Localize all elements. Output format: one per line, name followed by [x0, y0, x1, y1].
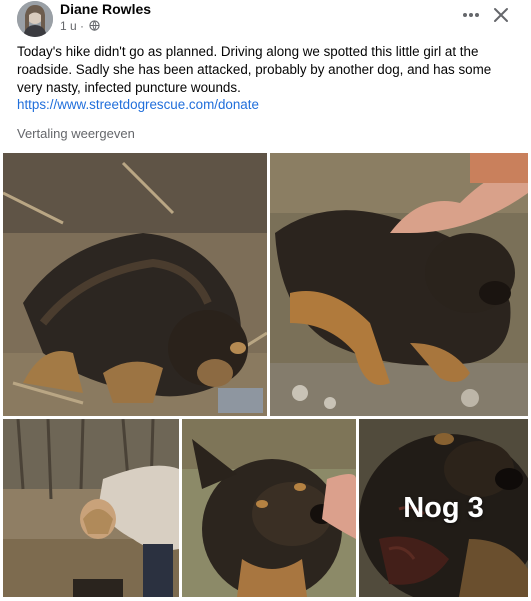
post-time[interactable]: 1 u — [60, 19, 77, 33]
more-photos-overlay[interactable]: Nog 3 — [359, 419, 528, 597]
author-name[interactable]: Diane Rowles — [60, 1, 151, 17]
translate-button[interactable]: Vertaling weergeven — [17, 126, 135, 141]
photo-3[interactable] — [3, 419, 179, 597]
author-avatar[interactable] — [17, 1, 53, 37]
photo-4[interactable] — [182, 419, 356, 597]
post-card: Diane Rowles 1 u · Today's hike didn't g… — [0, 0, 531, 601]
photo-2[interactable] — [270, 153, 528, 416]
more-horizontal-icon[interactable] — [458, 4, 484, 26]
donate-link[interactable]: https://www.streetdogrescue.com/donate — [17, 97, 259, 112]
meta-separator: · — [80, 19, 85, 33]
photo-1[interactable] — [3, 153, 267, 416]
post-header: Diane Rowles 1 u · — [0, 0, 531, 40]
close-icon[interactable] — [490, 4, 512, 26]
globe-icon[interactable] — [89, 20, 101, 31]
post-meta: 1 u · — [60, 19, 101, 33]
post-text: Today's hike didn't go as planned. Drivi… — [17, 44, 492, 95]
